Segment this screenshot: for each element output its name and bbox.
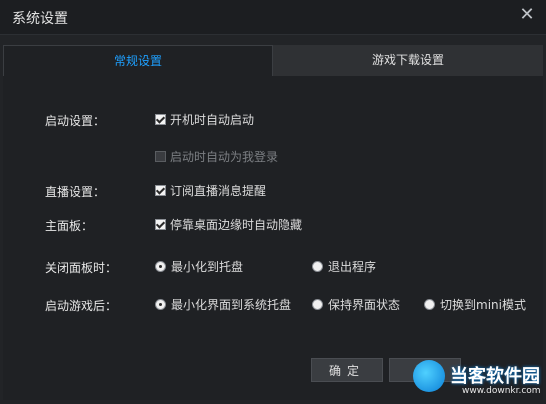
tab-general-settings[interactable]: 常规设置 [3,45,273,76]
tab-game-download-settings[interactable]: 游戏下载设置 [273,45,543,76]
checkbox-checked-icon [155,113,166,125]
ok-button[interactable]: 确定 [311,358,383,382]
keep-ui-state-radio[interactable]: 保持界面状态 [312,296,400,312]
main-panel-label: 主面板： [45,219,94,233]
radio-unselected-icon [312,298,323,310]
mini-mode-radio[interactable]: 切换到mini模式 [424,296,526,312]
close-panel-label: 关闭面板时： [45,261,118,275]
watermark-logo-icon [413,360,445,392]
minimize-ui-to-tray-radio[interactable]: 最小化界面到系统托盘 [155,296,291,312]
window-title: 系统设置 [12,11,68,27]
watermark: 当客软件园 www.downkr.com [410,356,546,402]
radio-unselected-icon [424,298,435,310]
after-game-label: 启动游戏后： [45,299,118,313]
checkbox-checked-icon [155,218,166,230]
exit-program-radio[interactable]: 退出程序 [312,258,376,274]
auto-login-checkbox[interactable]: 启动时自动为我登录 [155,148,278,164]
auto-login-label: 启动时自动为我登录 [170,149,279,164]
minimize-to-tray-label: 最小化到托盘 [171,259,244,274]
radio-selected-icon [155,260,166,272]
minimize-to-tray-radio[interactable]: 最小化到托盘 [155,258,243,274]
watermark-text: 当客软件园 [450,366,540,387]
title-bar: 系统设置 ✕ [0,0,546,35]
auto-hide-checkbox[interactable]: 停靠桌面边缘时自动隐藏 [155,216,302,232]
live-reminder-label: 订阅直播消息提醒 [170,183,267,198]
tab-bar: 常规设置 游戏下载设置 [3,45,543,76]
radio-unselected-icon [312,260,323,272]
close-icon[interactable]: ✕ [516,4,538,26]
auto-start-label: 开机时自动启动 [170,112,255,127]
checkbox-disabled-icon [155,150,166,162]
settings-window: 系统设置 ✕ 常规设置 游戏下载设置 启动设置： 开机时自动启动 启动时自动为我… [0,0,546,404]
checkbox-checked-icon [155,184,166,196]
mini-mode-label: 切换到mini模式 [440,297,526,312]
startup-settings-label: 启动设置： [45,114,106,128]
minimize-ui-to-tray-label: 最小化界面到系统托盘 [171,297,292,312]
exit-program-label: 退出程序 [328,259,377,274]
auto-hide-label: 停靠桌面边缘时自动隐藏 [170,217,303,232]
keep-ui-state-label: 保持界面状态 [328,297,401,312]
watermark-url: www.downkr.com [462,386,541,396]
live-reminder-checkbox[interactable]: 订阅直播消息提醒 [155,182,266,198]
radio-selected-icon [155,298,166,310]
live-settings-label: 直播设置： [45,185,106,199]
auto-start-checkbox[interactable]: 开机时自动启动 [155,111,254,127]
